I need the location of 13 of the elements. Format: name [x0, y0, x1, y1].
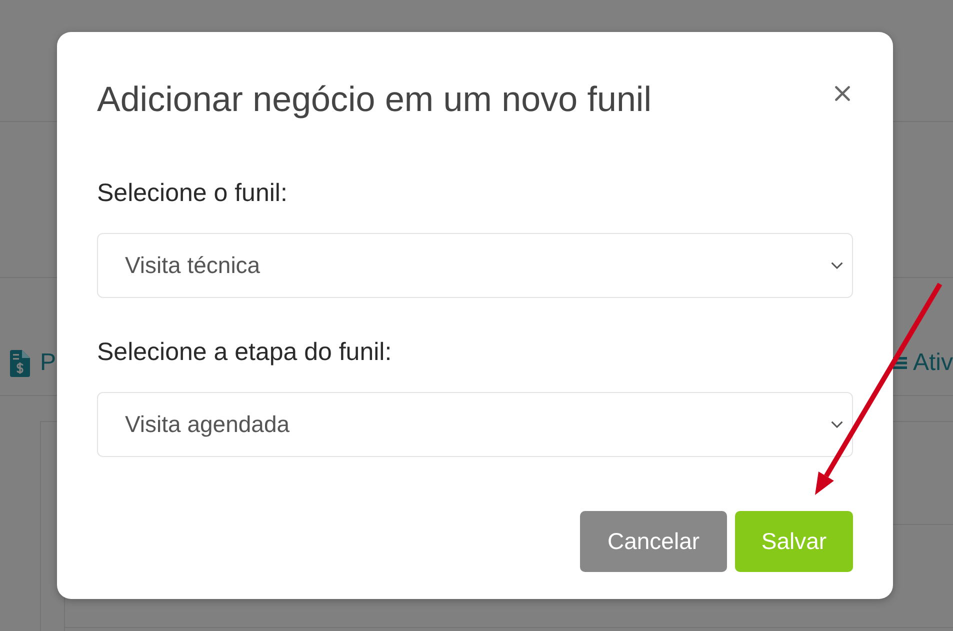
- dialog-title: Adicionar negócio em um novo funil: [97, 79, 652, 121]
- close-button[interactable]: [835, 86, 850, 100]
- chevron-down-icon: [831, 262, 843, 269]
- save-button[interactable]: Salvar: [735, 511, 853, 572]
- field-label: Selecione o funil:: [97, 178, 288, 208]
- cancel-button[interactable]: Cancelar: [580, 511, 727, 572]
- chevron-down-icon: [831, 421, 843, 428]
- select-field[interactable]: Visita técnica: [97, 233, 853, 298]
- select-field[interactable]: Visita agendada: [97, 392, 853, 457]
- tab[interactable]: P: [10, 349, 56, 377]
- field-label: Selecione a etapa do funil:: [97, 337, 393, 367]
- invoice-document-icon: [10, 350, 30, 376]
- close-icon: [835, 86, 850, 100]
